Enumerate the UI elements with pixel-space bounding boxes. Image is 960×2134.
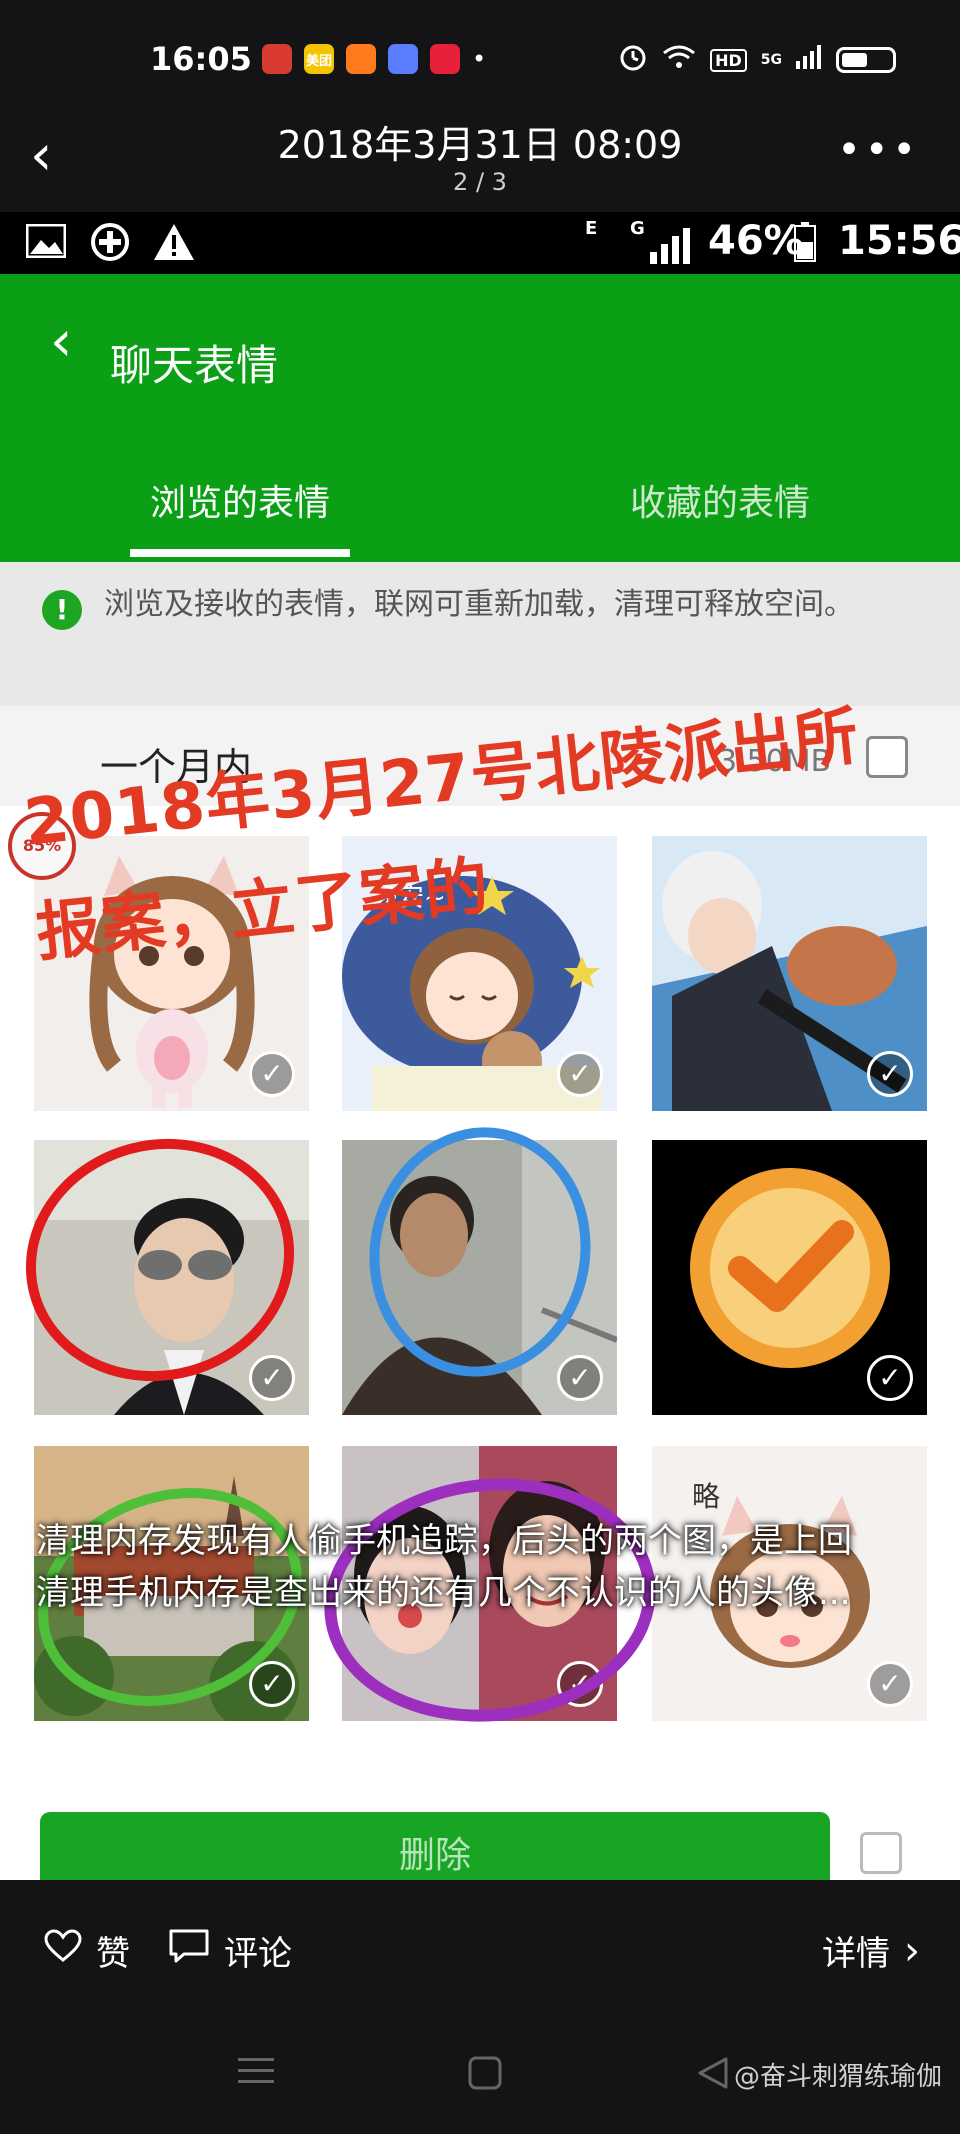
caption-line-2: 清理手机内存是查出来的还有几个不认识的人的头像...: [36, 1573, 851, 1613]
watermark-text: @奋斗刺猬练瑜伽: [733, 2062, 942, 2092]
battery-icon: [836, 47, 896, 73]
chevron-right-icon: ›: [904, 1927, 920, 1974]
heart-icon: [44, 1929, 82, 1972]
menu-nav-icon[interactable]: [238, 2056, 274, 2090]
page-indicator: 2 / 3: [453, 168, 507, 196]
meituan-icon: 美团: [304, 44, 334, 74]
back-nav-icon[interactable]: [696, 2056, 730, 2094]
signal-label: 5G: [760, 52, 782, 68]
hd-label: HD: [710, 48, 747, 72]
status-time: 16:05: [150, 40, 252, 78]
like-button[interactable]: 赞: [44, 1926, 130, 1975]
app-icon-colorful: [388, 44, 418, 74]
details-button[interactable]: 详情 ›: [822, 1926, 920, 1975]
home-nav-icon[interactable]: [468, 2056, 502, 2094]
more-options-button[interactable]: •••: [837, 130, 920, 170]
details-label: 详情: [822, 1934, 890, 1974]
post-caption: 清理内存发现有人偷手机追踪，后头的两个图，是上回 清理手机内存是查出来的还有几个…: [36, 1515, 936, 1619]
viewer-title: 2018年3月31日 08:09: [277, 123, 683, 167]
signal-icon: [796, 45, 822, 75]
wifi-icon: [662, 44, 696, 76]
netease-music-icon: [262, 44, 292, 74]
hand-drawn-circles: [25, 1127, 656, 1722]
caption-line-1: 清理内存发现有人偷手机追踪，后头的两个图，是上回: [36, 1521, 852, 1561]
alarm-icon: [618, 42, 648, 78]
comment-icon: [168, 1928, 210, 1973]
delete-button: 删除: [40, 1812, 830, 1880]
select-all-checkbox: [860, 1832, 902, 1874]
comment-button[interactable]: 评论: [168, 1926, 292, 1975]
action-bar: 赞 评论 详情 ›: [0, 1890, 960, 2010]
like-label: 赞: [96, 1934, 130, 1974]
status-indicators: HD 5G: [618, 42, 896, 78]
app-icon-red: [430, 44, 460, 74]
status-app-icons: 美团 •: [262, 44, 486, 74]
screenshot-image[interactable]: E G 46% 15:56 ‹ 聊天表情 浏览的表情 收藏的表情 ! 浏览及接收…: [0, 212, 960, 1880]
notification-dot: •: [472, 45, 487, 73]
app-icon-orange: [346, 44, 376, 74]
comment-label: 评论: [224, 1934, 292, 1974]
